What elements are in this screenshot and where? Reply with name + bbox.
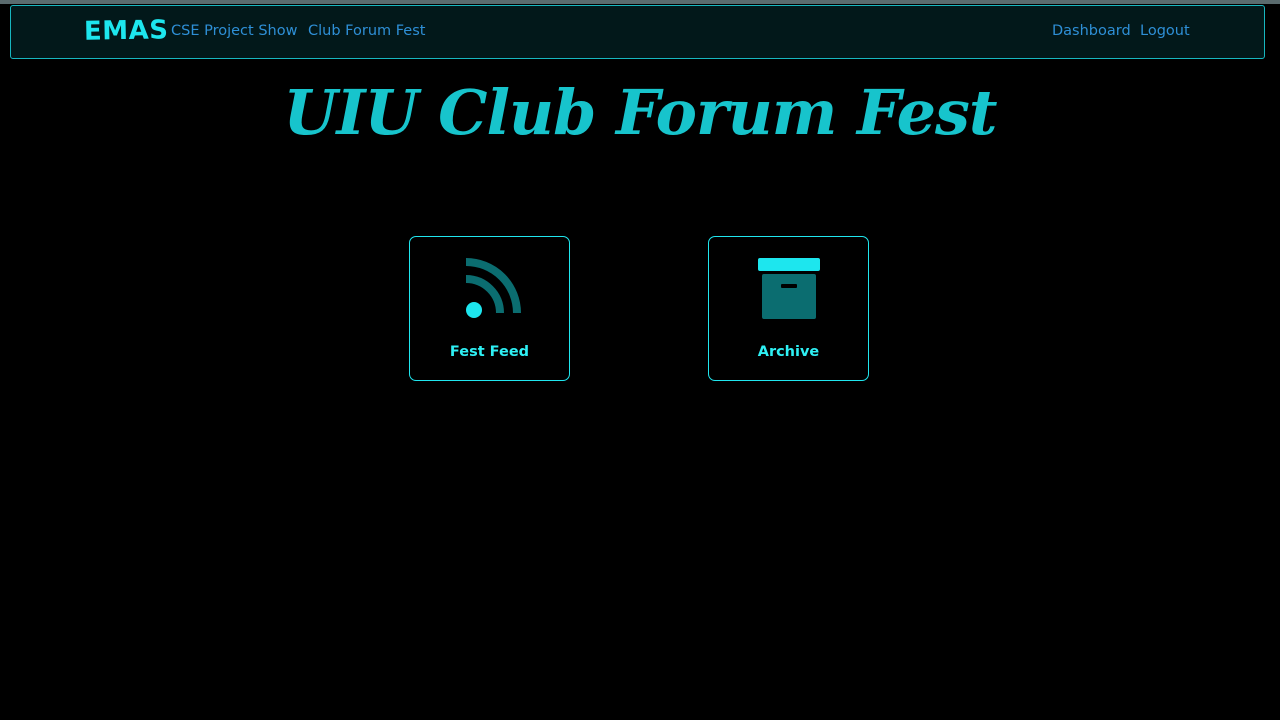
nav-link-cse-project-show[interactable]: CSE Project Show [171,23,297,39]
archive-label: Archive [757,344,820,360]
rss-feed-icon [410,255,569,321]
window-top-edge [0,0,1280,4]
nav-link-club-forum-fest[interactable]: Club Forum Fest [308,23,425,39]
top-navbar: EMAS CSE Project Show Club Forum Fest Da… [10,5,1265,59]
fest-feed-label: Fest Feed [449,344,530,360]
archive-card[interactable]: Archive [708,236,869,381]
brand-logo-link[interactable]: EMAS [84,15,169,46]
page-title: UIU Club Forum Fest [283,76,997,149]
nav-link-dashboard[interactable]: Dashboard [1052,23,1131,39]
fest-feed-card[interactable]: Fest Feed [409,236,570,381]
archive-box-icon [709,255,868,321]
nav-link-logout[interactable]: Logout [1140,23,1190,39]
